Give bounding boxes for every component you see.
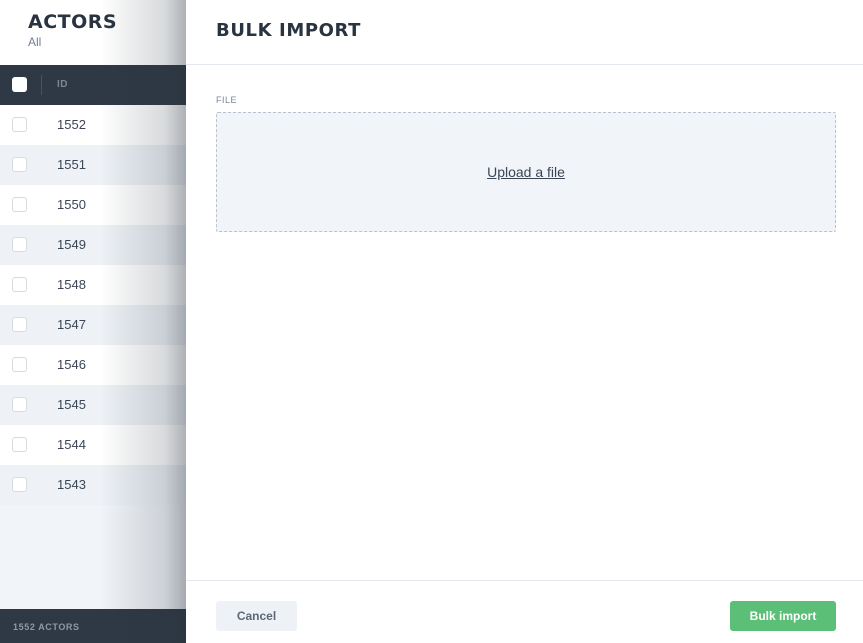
row-checkbox[interactable] (12, 437, 27, 452)
row-checkbox[interactable] (12, 477, 27, 492)
table-row[interactable]: 1547 (0, 305, 186, 345)
resource-list-panel: ACTORS All ID 1552 1551 1550 1549 1548 1547 15… (0, 0, 186, 643)
file-dropzone[interactable]: Upload a file (216, 112, 836, 232)
table-row[interactable]: 1552 (0, 105, 186, 145)
table-row[interactable]: 1549 (0, 225, 186, 265)
row-id: 1545 (57, 397, 86, 412)
list-footer: 1552 ACTORS (0, 609, 186, 643)
modal-title: BULK IMPORT (216, 20, 362, 41)
row-id: 1549 (57, 237, 86, 252)
row-id: 1548 (57, 277, 86, 292)
table-row[interactable]: 1550 (0, 185, 186, 225)
table-row[interactable]: 1546 (0, 345, 186, 385)
cancel-button[interactable]: Cancel (216, 601, 297, 631)
row-id: 1550 (57, 197, 86, 212)
upload-file-link[interactable]: Upload a file (487, 164, 565, 180)
row-checkbox[interactable] (12, 357, 27, 372)
header-divider (41, 75, 42, 95)
row-id: 1551 (57, 157, 86, 172)
modal-header: BULK IMPORT (186, 0, 863, 65)
row-checkbox[interactable] (12, 197, 27, 212)
row-checkbox[interactable] (12, 237, 27, 252)
row-checkbox[interactable] (12, 397, 27, 412)
select-all-checkbox[interactable] (12, 77, 27, 92)
table-row[interactable]: 1543 (0, 465, 186, 505)
table-row[interactable]: 1545 (0, 385, 186, 425)
row-id: 1547 (57, 317, 86, 332)
row-checkbox[interactable] (12, 317, 27, 332)
file-field-label: FILE (216, 95, 238, 105)
modal-footer: Cancel Bulk import (186, 580, 863, 643)
column-header-id[interactable]: ID (57, 79, 68, 90)
list-filter-label[interactable]: All (28, 35, 41, 49)
table-row[interactable]: 1551 (0, 145, 186, 185)
row-id: 1546 (57, 357, 86, 372)
row-id: 1543 (57, 477, 86, 492)
row-id: 1544 (57, 437, 86, 452)
row-id: 1552 (57, 117, 86, 132)
table-header: ID (0, 65, 186, 105)
list-header: ACTORS All (0, 0, 186, 65)
record-count: 1552 ACTORS (13, 622, 80, 632)
row-checkbox[interactable] (12, 277, 27, 292)
table-row[interactable]: 1548 (0, 265, 186, 305)
list-title: ACTORS (28, 11, 118, 33)
bulk-import-modal: BULK IMPORT FILE Upload a file Cancel Bu… (186, 0, 863, 643)
table-row[interactable]: 1544 (0, 425, 186, 465)
row-checkbox[interactable] (12, 117, 27, 132)
bulk-import-button[interactable]: Bulk import (730, 601, 836, 631)
row-checkbox[interactable] (12, 157, 27, 172)
